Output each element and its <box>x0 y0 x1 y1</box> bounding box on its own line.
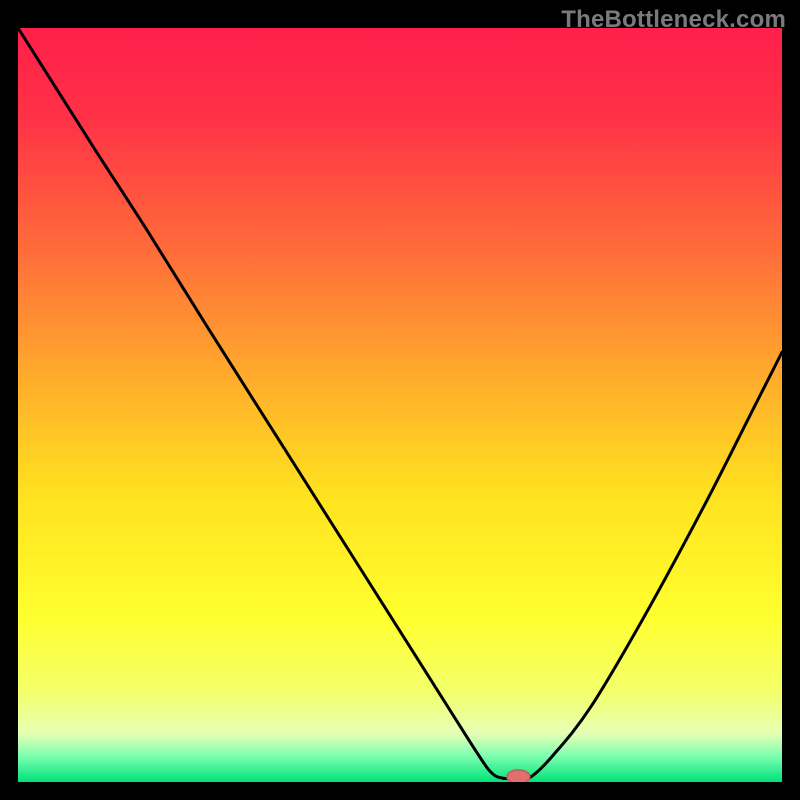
gradient-background <box>18 28 782 782</box>
chart-svg <box>18 28 782 782</box>
highlight-marker <box>507 770 530 782</box>
chart-container: TheBottleneck.com <box>0 0 800 800</box>
plot-area <box>18 28 782 782</box>
